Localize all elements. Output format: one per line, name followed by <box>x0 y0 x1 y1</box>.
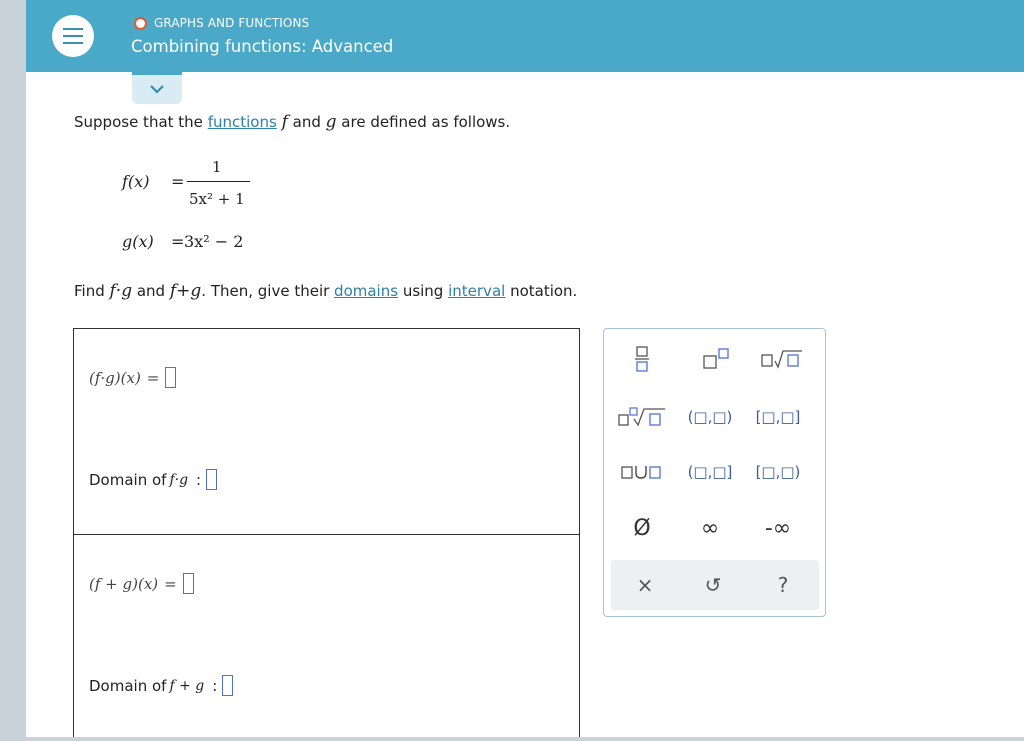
square-root-icon <box>761 350 802 369</box>
empty-set-button[interactable]: Ø <box>614 510 670 546</box>
f-definition-equals: = <box>171 172 185 191</box>
domain-product-input[interactable] <box>206 469 218 490</box>
link-functions[interactable]: functions <box>208 113 277 131</box>
equals-sign: = <box>164 574 177 593</box>
superscript-icon <box>703 348 729 369</box>
fraction-button[interactable] <box>614 341 670 377</box>
topic-row: GRAPHS AND FUNCTIONS <box>134 15 309 31</box>
find-text: Find <box>74 282 110 300</box>
sqrt-button[interactable] <box>754 341 810 377</box>
link-domains[interactable]: domains <box>334 282 398 300</box>
progress-circle-icon <box>134 16 147 30</box>
answer-box-sum: (f + g)(x) = Domain of f + g : <box>73 534 580 737</box>
open-interval-button[interactable]: (□,□) <box>682 399 738 435</box>
domain-sum-row: Domain of f + g : <box>89 675 234 696</box>
intro-text: are defined as follows. <box>336 113 511 131</box>
g-definition-lhs: g(x) <box>122 232 154 251</box>
nth-root-button[interactable] <box>614 399 670 435</box>
open-closed-interval-button[interactable]: (□,□] <box>682 454 738 490</box>
var-f: f <box>281 112 288 132</box>
clear-button[interactable]: × <box>617 567 673 603</box>
infinity-button[interactable]: ∞ <box>682 510 738 546</box>
palette-actions: × ↺ ? <box>611 560 819 610</box>
undo-button[interactable]: ↺ <box>685 567 741 603</box>
menu-button[interactable] <box>52 15 94 57</box>
help-button[interactable]: ? <box>755 567 811 603</box>
topic-label: GRAPHS AND FUNCTIONS <box>154 16 310 30</box>
fraction-bar <box>187 181 250 182</box>
math-palette: (□,□) [□,□] (□,□] [□,□) Ø ∞ -∞ × ↺ ? <box>603 328 826 617</box>
g-definition-rhs: 3x² − 2 <box>184 232 244 251</box>
domain-product-row: Domain of f·g : <box>89 469 218 490</box>
find-text: and <box>132 282 170 300</box>
var-g: g <box>325 112 337 132</box>
link-interval[interactable]: interval <box>448 282 505 300</box>
equals-sign: = <box>146 368 160 387</box>
union-icon <box>621 466 661 479</box>
sum-row: (f + g)(x) = <box>89 573 194 594</box>
fraction-icon <box>635 346 649 372</box>
exponent-button[interactable] <box>688 341 744 377</box>
domain-sum-input[interactable] <box>222 675 234 696</box>
hamburger-icon <box>63 42 83 44</box>
expand-toggle[interactable] <box>132 72 182 104</box>
answer-box-product: (f·g)(x) = Domain of f·g : <box>73 328 580 535</box>
g-definition-equals: = <box>171 232 185 251</box>
intro-text: and <box>292 113 326 131</box>
f-numerator: 1 <box>212 158 222 176</box>
hamburger-icon <box>63 35 83 37</box>
domain-function: f·g <box>169 471 189 488</box>
domain-label: Domain of <box>89 676 167 695</box>
chevron-down-icon <box>150 85 164 94</box>
intro-text: Suppose that the <box>74 113 208 131</box>
product-expression: (f·g)(x) <box>89 368 141 387</box>
domain-function: f + g <box>169 677 205 694</box>
page-title: Combining functions: Advanced <box>131 37 394 56</box>
negative-infinity-button[interactable]: -∞ <box>750 510 806 546</box>
product-answer-input[interactable] <box>165 367 177 388</box>
f-denominator: 5x² + 1 <box>189 190 245 208</box>
nth-root-icon <box>618 407 665 427</box>
closed-open-interval-button[interactable]: [□,□) <box>750 454 806 490</box>
find-text: . Then, give their <box>201 282 335 300</box>
closed-interval-button[interactable]: [□,□] <box>750 399 806 435</box>
problem-intro: Suppose that the functions f and g are d… <box>74 112 510 132</box>
find-text: notation. <box>505 282 578 300</box>
sum-answer-input[interactable] <box>182 573 194 594</box>
union-button[interactable] <box>614 454 670 490</box>
f-definition-lhs: f(x) <box>122 172 150 191</box>
var-f-plus-g: f+g <box>169 281 202 301</box>
colon: : <box>212 676 218 695</box>
header-bar: GRAPHS AND FUNCTIONS Combining functions… <box>26 0 1024 72</box>
product-row: (f·g)(x) = <box>89 367 177 388</box>
find-instruction: Find f·g and f+g. Then, give their domai… <box>74 281 577 301</box>
domain-label: Domain of <box>89 470 167 489</box>
app-window: GRAPHS AND FUNCTIONS Combining functions… <box>26 0 1024 737</box>
var-f-times-g: f·g <box>109 281 133 301</box>
colon: : <box>196 470 202 489</box>
hamburger-icon <box>63 28 83 30</box>
sum-expression: (f + g)(x) <box>89 574 159 593</box>
find-text: using <box>398 282 449 300</box>
